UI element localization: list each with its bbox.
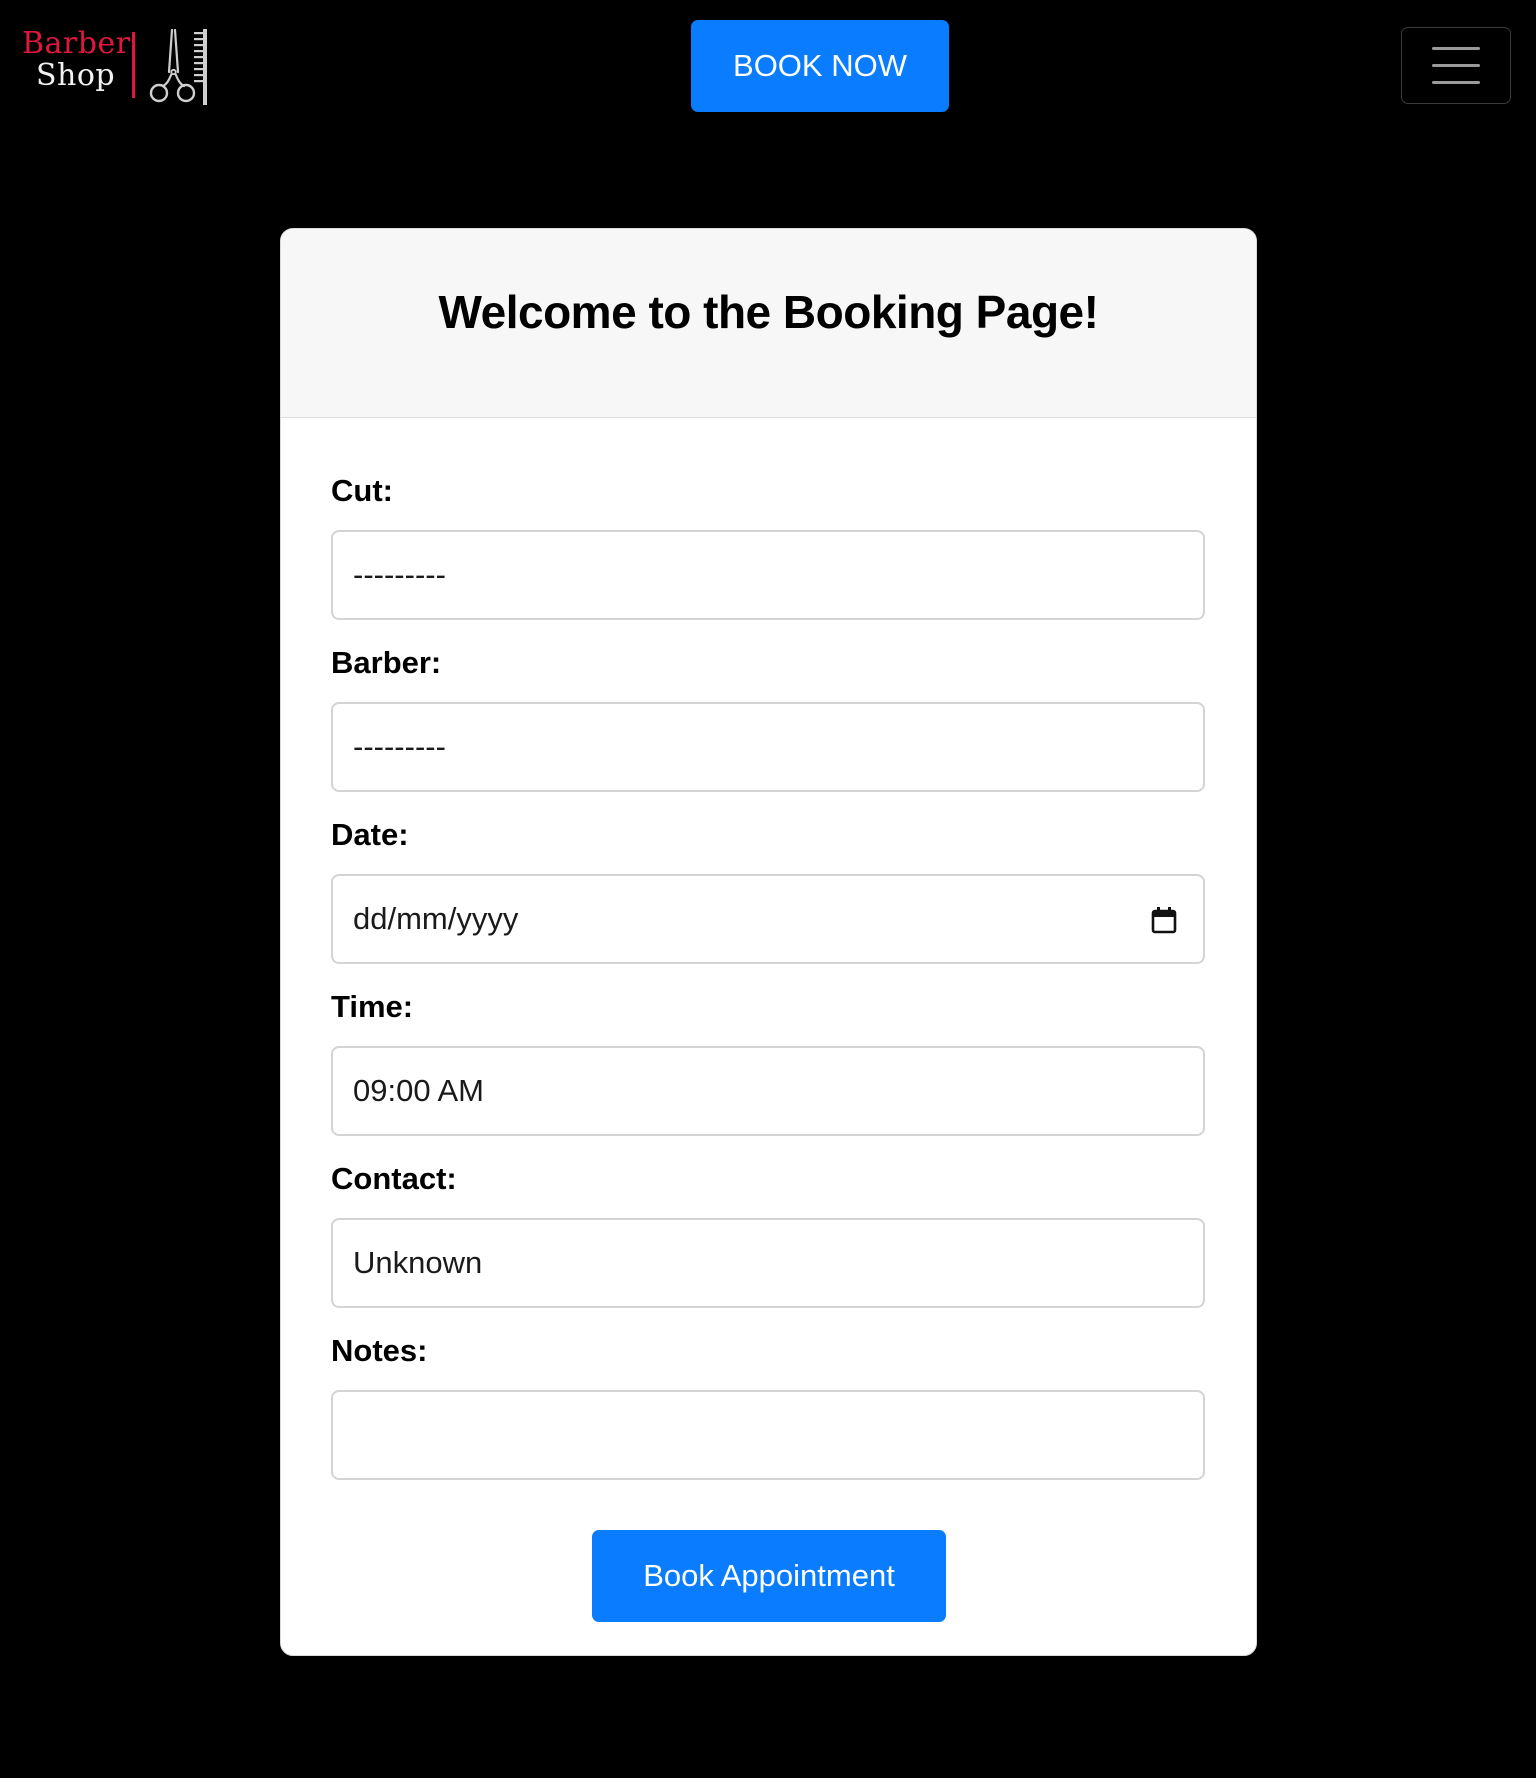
book-now-button[interactable]: BOOK NOW	[691, 20, 949, 112]
menu-toggle-button[interactable]	[1401, 27, 1511, 104]
time-label: Time:	[331, 989, 414, 1024]
brand-divider	[132, 32, 135, 98]
barber-select[interactable]: ---------	[331, 702, 1205, 792]
book-appointment-button[interactable]: Book Appointment	[592, 1530, 946, 1622]
cut-select-value: ---------	[353, 557, 446, 592]
time-input-value: 09:00 AM	[353, 1073, 484, 1108]
brand-wordmark: Barber Shop	[22, 28, 132, 92]
brand-logo-link[interactable]: Barber Shop	[22, 24, 212, 106]
card-header: Welcome to the Booking Page!	[281, 229, 1256, 418]
contact-input-value: Unknown	[353, 1245, 483, 1280]
top-navbar: Barber Shop BOOK NOW	[0, 0, 1536, 130]
booking-card: Welcome to the Booking Page! Cut: ------…	[280, 228, 1257, 1656]
barber-label: Barber:	[331, 645, 442, 680]
scissors-comb-icon	[149, 28, 207, 105]
barber-select-value: ---------	[353, 729, 446, 764]
notes-label: Notes:	[331, 1333, 428, 1368]
brand-name-line2: Shop	[36, 58, 116, 93]
notes-input[interactable]	[331, 1390, 1205, 1480]
date-input[interactable]: dd/mm/yyyy	[331, 874, 1205, 964]
calendar-icon[interactable]	[1151, 906, 1177, 934]
booking-page: Barber Shop BOOK NOW Welcome to the Book…	[0, 0, 1536, 1778]
brand-name-line1: Barber	[22, 26, 131, 61]
page-title: Welcome to the Booking Page!	[438, 286, 1099, 338]
cut-label: Cut:	[331, 473, 393, 508]
date-label: Date:	[331, 817, 409, 852]
cut-select[interactable]: ---------	[331, 530, 1205, 620]
date-input-placeholder: dd/mm/yyyy	[353, 901, 519, 936]
contact-label: Contact:	[331, 1161, 457, 1196]
time-input[interactable]: 09:00 AM	[331, 1046, 1205, 1136]
contact-input[interactable]: Unknown	[331, 1218, 1205, 1308]
